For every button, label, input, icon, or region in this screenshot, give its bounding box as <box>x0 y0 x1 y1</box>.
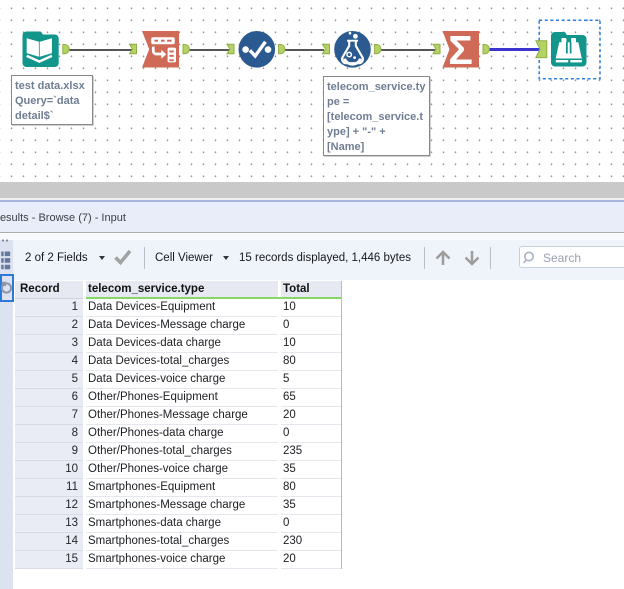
svg-text:Σ: Σ <box>448 27 473 73</box>
